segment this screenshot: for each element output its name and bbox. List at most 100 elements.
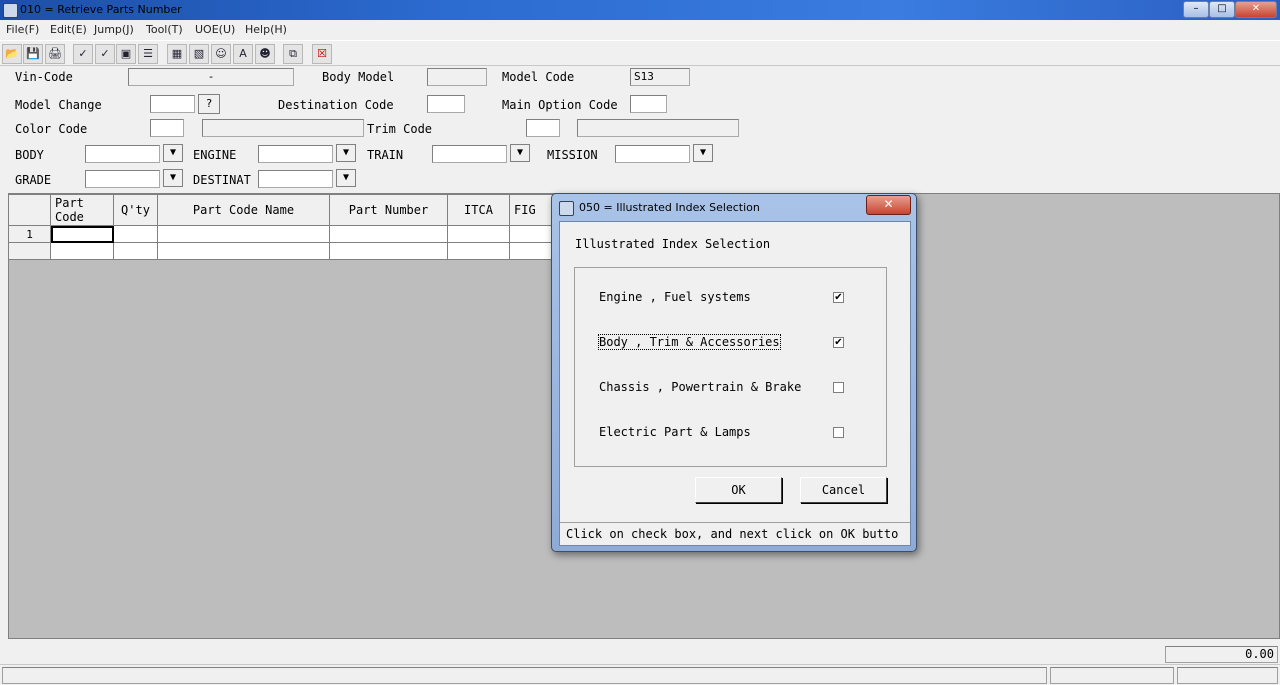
vin-code-label: Vin-Code: [15, 70, 73, 84]
grade-dropdown-icon[interactable]: ▼: [163, 169, 183, 187]
body-select[interactable]: [85, 145, 160, 163]
grade-label: GRADE: [15, 173, 52, 187]
engine-select[interactable]: [258, 145, 333, 163]
save-list-icon[interactable]: ▣: [116, 44, 136, 64]
menu-tool[interactable]: Tool(T): [146, 23, 183, 36]
check-009-icon[interactable]: ✓: [95, 44, 115, 64]
col-part-number[interactable]: Part Number: [329, 194, 448, 226]
destinat-label: DESTINAT: [193, 173, 251, 187]
main-option-code-field[interactable]: [630, 95, 667, 113]
option-chassis-label[interactable]: Chassis , Powertrain & Brake: [599, 380, 801, 394]
menu-file[interactable]: File(F): [6, 23, 39, 36]
table-row[interactable]: 1: [8, 225, 579, 243]
col-part-code[interactable]: Part Code: [50, 194, 114, 226]
minimize-button[interactable]: –: [1183, 1, 1209, 18]
menu-edit[interactable]: Edit(E): [50, 23, 87, 36]
window-copy-icon[interactable]: ⧉: [283, 44, 303, 64]
grade-select[interactable]: [85, 170, 160, 188]
option-chassis-checkbox[interactable]: [833, 382, 844, 393]
status-pane-2: [1050, 667, 1174, 684]
close-document-icon[interactable]: ☒: [312, 44, 332, 64]
person-lock-icon[interactable]: ☻: [255, 44, 275, 64]
dialog-body: Illustrated Index Selection Engine , Fue…: [559, 221, 911, 546]
part-code-name-cell[interactable]: [157, 242, 330, 260]
destination-code-label: Destination Code: [278, 98, 394, 112]
option-electric-checkbox[interactable]: [833, 427, 844, 438]
text-edit-icon[interactable]: A: [233, 44, 253, 64]
part-number-cell[interactable]: [329, 242, 448, 260]
option-engine-label[interactable]: Engine , Fuel systems: [599, 290, 751, 304]
mission-select[interactable]: [615, 145, 690, 163]
body-dropdown-icon[interactable]: ▼: [163, 144, 183, 162]
model-change-help-button[interactable]: ?: [198, 94, 220, 114]
engine-label: ENGINE: [193, 148, 237, 162]
destinat-dropdown-icon[interactable]: ▼: [336, 169, 356, 187]
option-body-checkbox[interactable]: ✔: [833, 337, 844, 348]
trim-code-label: Trim Code: [367, 122, 433, 136]
model-code-label: Model Code: [502, 70, 575, 84]
menu-help[interactable]: Help(H): [245, 23, 287, 36]
part-number-cell[interactable]: [329, 225, 448, 243]
table-row[interactable]: [8, 242, 579, 260]
train-label: TRAIN: [367, 148, 404, 162]
copy-table-icon[interactable]: ▧: [189, 44, 209, 64]
model-change-field[interactable]: [150, 95, 195, 113]
option-engine-checkbox[interactable]: ✔: [833, 292, 844, 303]
option-electric-label[interactable]: Electric Part & Lamps: [599, 425, 751, 439]
itca-cell[interactable]: [447, 225, 510, 243]
dialog-close-button[interactable]: ✕: [866, 195, 911, 215]
itca-cell[interactable]: [447, 242, 510, 260]
part-code-cell[interactable]: [50, 242, 114, 260]
menu-jump[interactable]: Jump(J): [94, 23, 134, 36]
vin-code-field[interactable]: -: [128, 68, 294, 86]
model-change-label: Model Change: [15, 98, 102, 112]
total-field: 0.00: [1165, 646, 1278, 663]
part-code-name-cell[interactable]: [157, 225, 330, 243]
train-select[interactable]: [432, 145, 507, 163]
dialog-status-bar: Click on check box, and next click on OK…: [560, 522, 910, 544]
maximize-button[interactable]: □: [1209, 1, 1235, 18]
mission-dropdown-icon[interactable]: ▼: [693, 144, 713, 162]
status-bar: [0, 664, 1280, 685]
trim-code-name-field: [577, 119, 739, 137]
option-body-label[interactable]: Body , Trim & Accessories: [598, 334, 781, 350]
cancel-button[interactable]: Cancel: [800, 477, 887, 503]
col-qty[interactable]: Q'ty: [113, 194, 158, 226]
status-pane-3: [1177, 667, 1278, 684]
save-icon[interactable]: 💾: [23, 44, 43, 64]
check-123-icon[interactable]: ✓: [73, 44, 93, 64]
ok-button[interactable]: OK: [695, 477, 782, 503]
person-search-icon[interactable]: ☺: [211, 44, 231, 64]
body-model-field[interactable]: [427, 68, 487, 86]
open-icon[interactable]: 📂: [2, 44, 22, 64]
app-icon: [3, 3, 18, 18]
status-pane-main: [2, 667, 1047, 684]
list-icon[interactable]: ☰: [138, 44, 158, 64]
main-option-code-label: Main Option Code: [502, 98, 618, 112]
part-code-cell[interactable]: [50, 225, 114, 243]
table-icon[interactable]: ▦: [167, 44, 187, 64]
col-part-code-name[interactable]: Part Code Name: [157, 194, 330, 226]
mission-label: MISSION: [547, 148, 598, 162]
trim-code-field[interactable]: [526, 119, 560, 137]
train-dropdown-icon[interactable]: ▼: [510, 144, 530, 162]
model-code-field[interactable]: S13: [630, 68, 690, 86]
menu-uoe[interactable]: UOE(U): [195, 23, 235, 36]
col-itca[interactable]: ITCA: [447, 194, 510, 226]
body-label: BODY: [15, 148, 44, 162]
parts-grid: Part Code Q'ty Part Code Name Part Numbe…: [8, 194, 579, 260]
option-group: Engine , Fuel systems ✔ Body , Trim & Ac…: [574, 267, 887, 467]
qty-cell[interactable]: [113, 225, 158, 243]
color-code-label: Color Code: [15, 122, 88, 136]
close-button[interactable]: ✕: [1235, 1, 1277, 18]
destination-code-field[interactable]: [427, 95, 465, 113]
row-number: [8, 242, 51, 260]
row-number: 1: [8, 225, 51, 243]
window-title: 010 = Retrieve Parts Number: [20, 3, 182, 16]
engine-dropdown-icon[interactable]: ▼: [336, 144, 356, 162]
qty-cell[interactable]: [113, 242, 158, 260]
toolbar: 📂 💾 🖨 ✓ ✓ ▣ ☰ ▦ ▧ ☺ A ☻ ⧉ ☒: [0, 40, 1280, 66]
color-code-field[interactable]: [150, 119, 184, 137]
print-icon[interactable]: 🖨: [45, 44, 65, 64]
destinat-select[interactable]: [258, 170, 333, 188]
